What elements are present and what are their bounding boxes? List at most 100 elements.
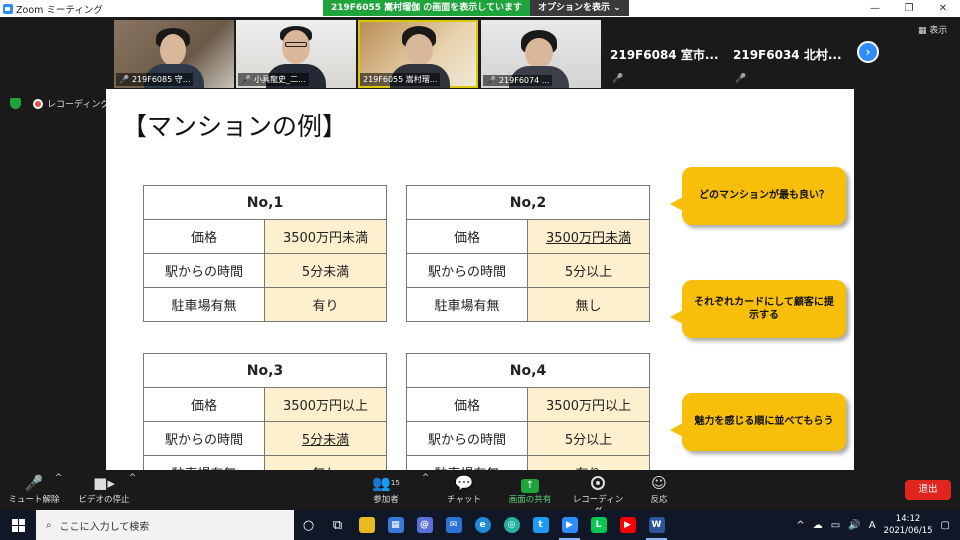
battery-icon[interactable]: ▭ (831, 520, 840, 531)
file-explorer-icon[interactable] (352, 510, 381, 540)
card-value: 3500万円未満 (527, 219, 650, 254)
card-value: 5分未満 (264, 421, 387, 456)
card-key: 価格 (406, 387, 528, 422)
participants-icon: 👥15 (372, 474, 400, 492)
chat-button[interactable]: 💬 チャット (446, 473, 482, 505)
card-value: 3500万円以上 (264, 387, 387, 422)
share-banner-text: 219F6055 嵩村瑠伽 の画面を表示しています (323, 0, 530, 16)
card-key: 駐車場有無 (143, 455, 265, 470)
card-header: No,3 (143, 353, 387, 388)
card-key: 価格 (406, 219, 528, 254)
windows-icon (11, 518, 25, 532)
mansion-card: No,2 価格 3500万円未満 駅からの時間 5分以上 駐車場有無 無し (406, 185, 650, 322)
minimize-button[interactable]: — (858, 0, 892, 17)
leave-button[interactable]: 退出 (905, 480, 951, 500)
reactions-button[interactable]: ☺ 反応 (645, 473, 673, 505)
record-dot-icon (33, 98, 43, 109)
view-options-button[interactable]: オプションを表示 ⌄ (529, 0, 629, 16)
next-page-button[interactable]: › (857, 41, 879, 63)
callout-bubble: 魅力を感じる順に並べてもらう (670, 393, 846, 451)
mail-icon[interactable]: ✉ (439, 510, 468, 540)
task-view-icon[interactable]: ⧉ (323, 510, 352, 540)
card-value: 3500万円以上 (527, 387, 650, 422)
network-icon[interactable]: ☁ (813, 520, 823, 531)
clock[interactable]: 14:12 2021/06/15 (884, 513, 933, 537)
start-button[interactable] (0, 510, 36, 540)
mansion-card: No,1 価格 3500万円未満 駅からの時間 5分未満 駐車場有無 有り (143, 185, 387, 322)
taskbar-search[interactable]: ⌕ ここに入力して検索 (36, 510, 294, 540)
stop-video-button[interactable]: ■▸ ビデオの停止 (76, 473, 132, 505)
shield-icon[interactable] (10, 98, 21, 109)
gallery-strip: 🎤 219F6085 守... 🎤 小具龍史_二... 219F6055 嵩村瑠..… (0, 17, 960, 89)
word-icon[interactable]: W (642, 510, 671, 540)
video-tile-active-speaker[interactable]: 219F6055 嵩村瑠... (358, 20, 478, 88)
search-icon: ⌕ (46, 519, 52, 531)
card-value: 無し (264, 455, 387, 470)
line-icon[interactable]: L (584, 510, 613, 540)
notification-icon[interactable]: ▢ (941, 520, 950, 531)
card-value: 5分未満 (264, 253, 387, 288)
video-tile[interactable]: 🎤 219F6085 守... (114, 20, 234, 88)
name-tile[interactable]: 219F6034 北村... 🎤 (727, 20, 847, 88)
audio-options-caret[interactable]: ^ (55, 473, 62, 483)
video-tile[interactable]: 🎤 219F6074 ... (481, 20, 601, 88)
zoom-taskbar-icon[interactable]: ▶ (555, 510, 584, 540)
name-tile[interactable]: 219F6084 室市... 🎤 (604, 20, 724, 88)
card-key: 駅からの時間 (143, 421, 265, 456)
share-screen-button[interactable]: ↑ 画面の共有 (505, 473, 555, 505)
callout-bubble: どのマンションが最も良い？ (670, 167, 846, 225)
zoom-icon (3, 3, 13, 14)
video-camera-icon: ■▸ (93, 474, 115, 492)
volume-icon[interactable]: 🔊 (848, 520, 860, 531)
youtube-icon[interactable]: ▶ (613, 510, 642, 540)
mansion-card: No,4 価格3500万円以上 駅からの時間5分以上 駐車場有無有り (406, 353, 650, 470)
video-tile[interactable]: 🎤 小具龍史_二... (236, 20, 356, 88)
card-header: No,4 (406, 353, 650, 388)
restore-button[interactable]: ❐ (892, 0, 926, 17)
store-icon[interactable]: ▦ (381, 510, 410, 540)
mic-muted-icon: 🎤 (612, 74, 624, 84)
card-value: 5分以上 (527, 253, 650, 288)
card-header: No,2 (406, 185, 650, 220)
record-icon (570, 473, 626, 493)
edge-dev-icon[interactable]: ◎ (497, 510, 526, 540)
slide-title: 【マンションの例】 (122, 112, 348, 141)
participants-button[interactable]: 👥15 参加者 (366, 473, 406, 505)
card-key: 駅からの時間 (143, 253, 265, 288)
cortana-icon[interactable]: ○ (294, 510, 323, 540)
card-key: 駐車場有無 (143, 287, 265, 322)
mansion-card: No,3 価格3500万円以上 駅からの時間5分未満 駐車場有無無し (143, 353, 387, 470)
taskbar: ⌕ ここに入力して検索 ○ ⧉ ▦ @ ✉ e ◎ t ▶ L ▶ W ^ ☁ … (0, 510, 960, 540)
video-options-caret[interactable]: ^ (129, 473, 136, 483)
card-value: 有り (527, 455, 650, 470)
mic-muted-icon: 🎤 (24, 474, 44, 492)
tray-chevron-icon[interactable]: ^ (796, 520, 804, 531)
ime-indicator[interactable]: A (869, 520, 876, 531)
card-value: 3500万円未満 (264, 219, 387, 254)
card-value: 無し (527, 287, 650, 322)
mic-muted-icon: 🎤 (119, 75, 129, 84)
edge-icon[interactable]: e (468, 510, 497, 540)
participants-options-caret[interactable]: ^ (422, 473, 429, 483)
twitter-icon[interactable]: t (526, 510, 555, 540)
card-key: 駅からの時間 (406, 421, 528, 456)
mail-app-icon[interactable]: @ (410, 510, 439, 540)
shared-screen: 【マンションの例】 No,1 価格 3500万円未満 駅からの時間 5分未満 駐車場… (106, 89, 854, 470)
meeting-toolbar: 🎤 ミュート解除 ^ ■▸ ビデオの停止 ^ 👥15 参加者 ^ 💬 チャット … (0, 470, 960, 517)
share-screen-icon: ↑ (505, 473, 555, 493)
unmute-button[interactable]: 🎤 ミュート解除 (8, 473, 60, 505)
card-key: 価格 (143, 219, 265, 254)
card-key: 駅からの時間 (406, 253, 528, 288)
card-value: 有り (264, 287, 387, 322)
participant-label: 🎤 219F6085 守... (116, 73, 194, 86)
card-key: 駐車場有無 (406, 455, 528, 470)
view-button[interactable]: ▦ 表示 (918, 23, 947, 36)
card-key: 駐車場有無 (406, 287, 528, 322)
system-tray: ^ ☁ ▭ 🔊 A 14:12 2021/06/15 ▢ (796, 510, 960, 540)
mic-muted-icon: 🎤 (735, 74, 747, 84)
close-button[interactable]: ✕ (926, 0, 960, 17)
app-title: Zoom ミーティング (16, 4, 103, 16)
callout-bubble: それぞれカードにして顧客に提示する (670, 280, 846, 338)
reaction-smile-icon: ☺ (651, 474, 667, 492)
chat-icon: 💬 (454, 474, 474, 492)
